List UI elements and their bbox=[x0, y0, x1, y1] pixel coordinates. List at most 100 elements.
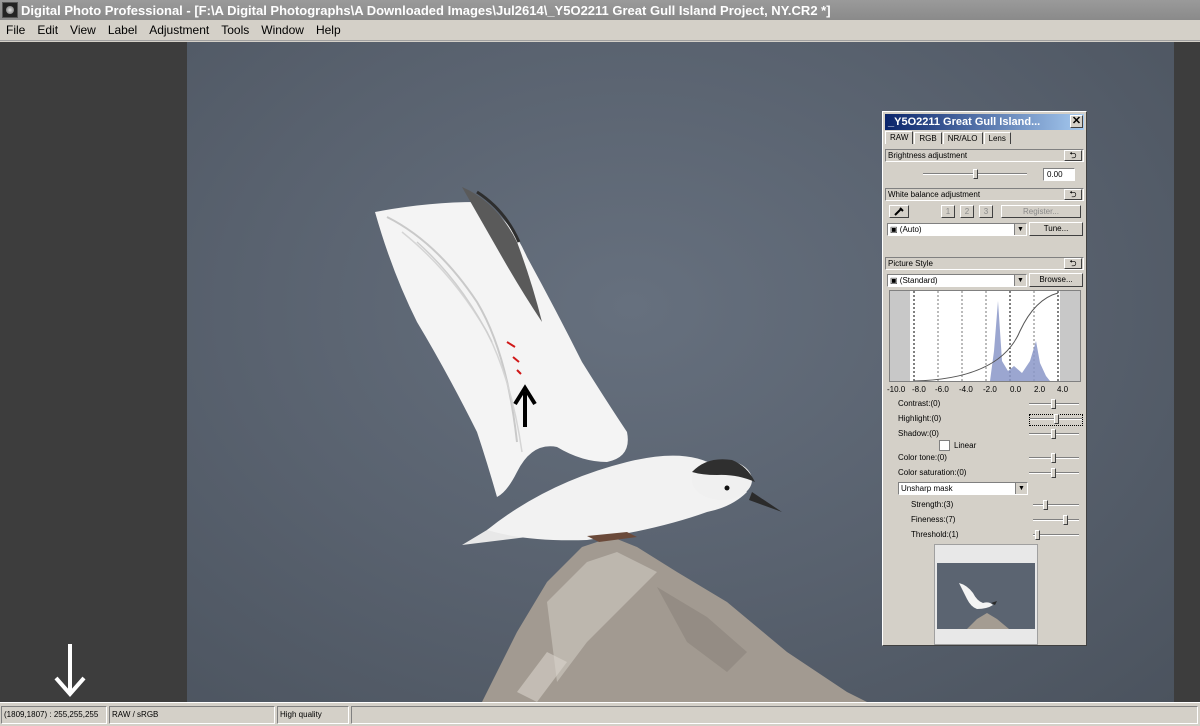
sharpness-mode-select[interactable]: Unsharp mask ▼ bbox=[898, 482, 1028, 495]
brightness-header: Brightness adjustment ⮌ bbox=[885, 149, 1084, 162]
status-bar: (1809,1807) : 255,255,255 RAW / sRGB Hig… bbox=[0, 702, 1200, 726]
menu-file[interactable]: File bbox=[0, 23, 31, 37]
histogram-tick: 0.0 bbox=[1010, 385, 1022, 394]
status-empty-cell bbox=[351, 706, 1198, 724]
brightness-reset-button[interactable]: ⮌ bbox=[1064, 150, 1082, 161]
eyedropper-icon bbox=[894, 207, 904, 216]
menu-view[interactable]: View bbox=[64, 23, 102, 37]
register-button[interactable]: Register... bbox=[1001, 205, 1081, 218]
contrast-slider-thumb[interactable] bbox=[1051, 399, 1056, 409]
reset-icon: ⮌ bbox=[1069, 258, 1077, 268]
histogram-tick: 4.0 bbox=[1057, 385, 1069, 394]
wb-slot-3-button[interactable]: 3 bbox=[979, 205, 993, 218]
picture-style-reset-button[interactable]: ⮌ bbox=[1064, 258, 1082, 269]
brightness-value-field[interactable]: 0.00 bbox=[1043, 168, 1075, 181]
thumbnail-image bbox=[937, 563, 1035, 629]
tool-palette: _Y5O2211 Great Gull Island... ✕ RAW RGB … bbox=[882, 111, 1087, 646]
histogram-tick: -6.0 bbox=[935, 385, 949, 394]
camera-icon: ▣ bbox=[890, 225, 900, 234]
brightness-slider[interactable] bbox=[923, 169, 1027, 179]
contrast-label: Contrast:(0) bbox=[898, 399, 941, 408]
white-balance-select[interactable]: ▣ (Auto) ▼ bbox=[887, 223, 1027, 236]
strength-slider-thumb[interactable] bbox=[1043, 500, 1048, 510]
browse-button[interactable]: Browse... bbox=[1029, 273, 1083, 287]
wb-slot-1-button[interactable]: 1 bbox=[941, 205, 955, 218]
palette-title-bar[interactable]: _Y5O2211 Great Gull Island... ✕ bbox=[885, 114, 1084, 130]
threshold-slider[interactable] bbox=[1033, 530, 1079, 540]
quality-info: High quality bbox=[277, 706, 349, 724]
white-balance-header: White balance adjustment ⮌ bbox=[885, 188, 1084, 201]
chevron-down-icon: ▼ bbox=[1014, 224, 1026, 235]
histogram-graph bbox=[890, 291, 1080, 381]
histogram-tick: -10.0 bbox=[887, 385, 906, 394]
picture-style-select[interactable]: ▣ (Standard) ▼ bbox=[887, 274, 1027, 287]
fineness-slider-thumb[interactable] bbox=[1063, 515, 1068, 525]
histogram-tick: -2.0 bbox=[983, 385, 997, 394]
brightness-label: Brightness adjustment bbox=[888, 151, 968, 160]
reset-icon: ⮌ bbox=[1069, 150, 1077, 160]
menu-edit[interactable]: Edit bbox=[31, 23, 64, 37]
title-bar: Digital Photo Professional - [F:\A Digit… bbox=[0, 0, 1200, 20]
threshold-label: Threshold:(1) bbox=[911, 530, 959, 539]
strength-label: Strength:(3) bbox=[911, 500, 954, 509]
menu-adjustment[interactable]: Adjustment bbox=[143, 23, 215, 37]
threshold-slider-thumb[interactable] bbox=[1035, 530, 1040, 540]
color-tone-label: Color tone:(0) bbox=[898, 453, 947, 462]
linear-checkbox[interactable] bbox=[939, 440, 950, 451]
color-tone-slider[interactable] bbox=[1029, 453, 1079, 463]
picture-style-value: (Standard) bbox=[899, 276, 938, 285]
menu-window[interactable]: Window bbox=[255, 23, 310, 37]
menu-help[interactable]: Help bbox=[310, 23, 347, 37]
tone-curve-histogram[interactable] bbox=[889, 290, 1081, 382]
color-saturation-label: Color saturation:(0) bbox=[898, 468, 967, 477]
highlight-slider[interactable] bbox=[1029, 414, 1083, 426]
tab-raw[interactable]: RAW bbox=[885, 131, 914, 144]
navigator-thumbnail[interactable] bbox=[934, 544, 1038, 645]
contrast-slider[interactable] bbox=[1029, 399, 1079, 409]
shadow-slider[interactable] bbox=[1029, 429, 1079, 439]
reset-icon: ⮌ bbox=[1069, 189, 1077, 199]
color-saturation-slider-thumb[interactable] bbox=[1051, 468, 1056, 478]
down-arrow-icon bbox=[54, 644, 86, 698]
brightness-slider-thumb[interactable] bbox=[972, 169, 978, 179]
histogram-tick: -8.0 bbox=[912, 385, 926, 394]
eyedropper-button[interactable] bbox=[889, 205, 909, 218]
fineness-slider[interactable] bbox=[1033, 515, 1079, 525]
app-icon[interactable] bbox=[2, 2, 18, 18]
highlight-slider-thumb[interactable] bbox=[1054, 414, 1059, 424]
picture-style-label: Picture Style bbox=[888, 259, 933, 268]
histogram-tick: -4.0 bbox=[959, 385, 973, 394]
sharpness-mode-value: Unsharp mask bbox=[901, 484, 953, 493]
color-space-info: RAW / sRGB bbox=[109, 706, 275, 724]
tune-button[interactable]: Tune... bbox=[1029, 222, 1083, 236]
strength-slider[interactable] bbox=[1033, 500, 1079, 510]
shadow-slider-thumb[interactable] bbox=[1051, 429, 1056, 439]
close-icon[interactable]: ✕ bbox=[1070, 115, 1083, 128]
tab-nr-alo[interactable]: NR/ALO bbox=[942, 132, 983, 144]
pixel-info: (1809,1807) : 255,255,255 bbox=[1, 706, 107, 724]
palette-title: _Y5O2211 Great Gull Island... bbox=[888, 116, 1041, 128]
menu-tools[interactable]: Tools bbox=[215, 23, 255, 37]
palette-tabs: RAW RGB NR/ALO Lens bbox=[885, 131, 1012, 144]
fineness-label: Fineness:(7) bbox=[911, 515, 956, 524]
dpp-window: Digital Photo Professional - [F:\A Digit… bbox=[0, 0, 1200, 726]
shadow-label: Shadow:(0) bbox=[898, 429, 939, 438]
chevron-down-icon: ▼ bbox=[1014, 275, 1026, 286]
picture-style-header: Picture Style ⮌ bbox=[885, 257, 1084, 270]
white-balance-label: White balance adjustment bbox=[888, 190, 981, 199]
camera-icon: ▣ bbox=[890, 276, 900, 285]
highlight-label: Highlight:(0) bbox=[898, 414, 942, 423]
tab-rgb[interactable]: RGB bbox=[914, 132, 942, 144]
window-title: Digital Photo Professional - [F:\A Digit… bbox=[21, 2, 831, 18]
chevron-down-icon: ▼ bbox=[1015, 483, 1027, 494]
color-saturation-slider[interactable] bbox=[1029, 468, 1079, 478]
color-tone-slider-thumb[interactable] bbox=[1051, 453, 1056, 463]
menu-bar: File Edit View Label Adjustment Tools Wi… bbox=[0, 20, 1200, 41]
tab-lens[interactable]: Lens bbox=[983, 132, 1011, 144]
linear-label: Linear bbox=[954, 441, 977, 450]
white-balance-value: (Auto) bbox=[899, 225, 922, 234]
histogram-tick: 2.0 bbox=[1034, 385, 1046, 394]
menu-label[interactable]: Label bbox=[102, 23, 143, 37]
white-balance-reset-button[interactable]: ⮌ bbox=[1064, 189, 1082, 200]
wb-slot-2-button[interactable]: 2 bbox=[960, 205, 974, 218]
